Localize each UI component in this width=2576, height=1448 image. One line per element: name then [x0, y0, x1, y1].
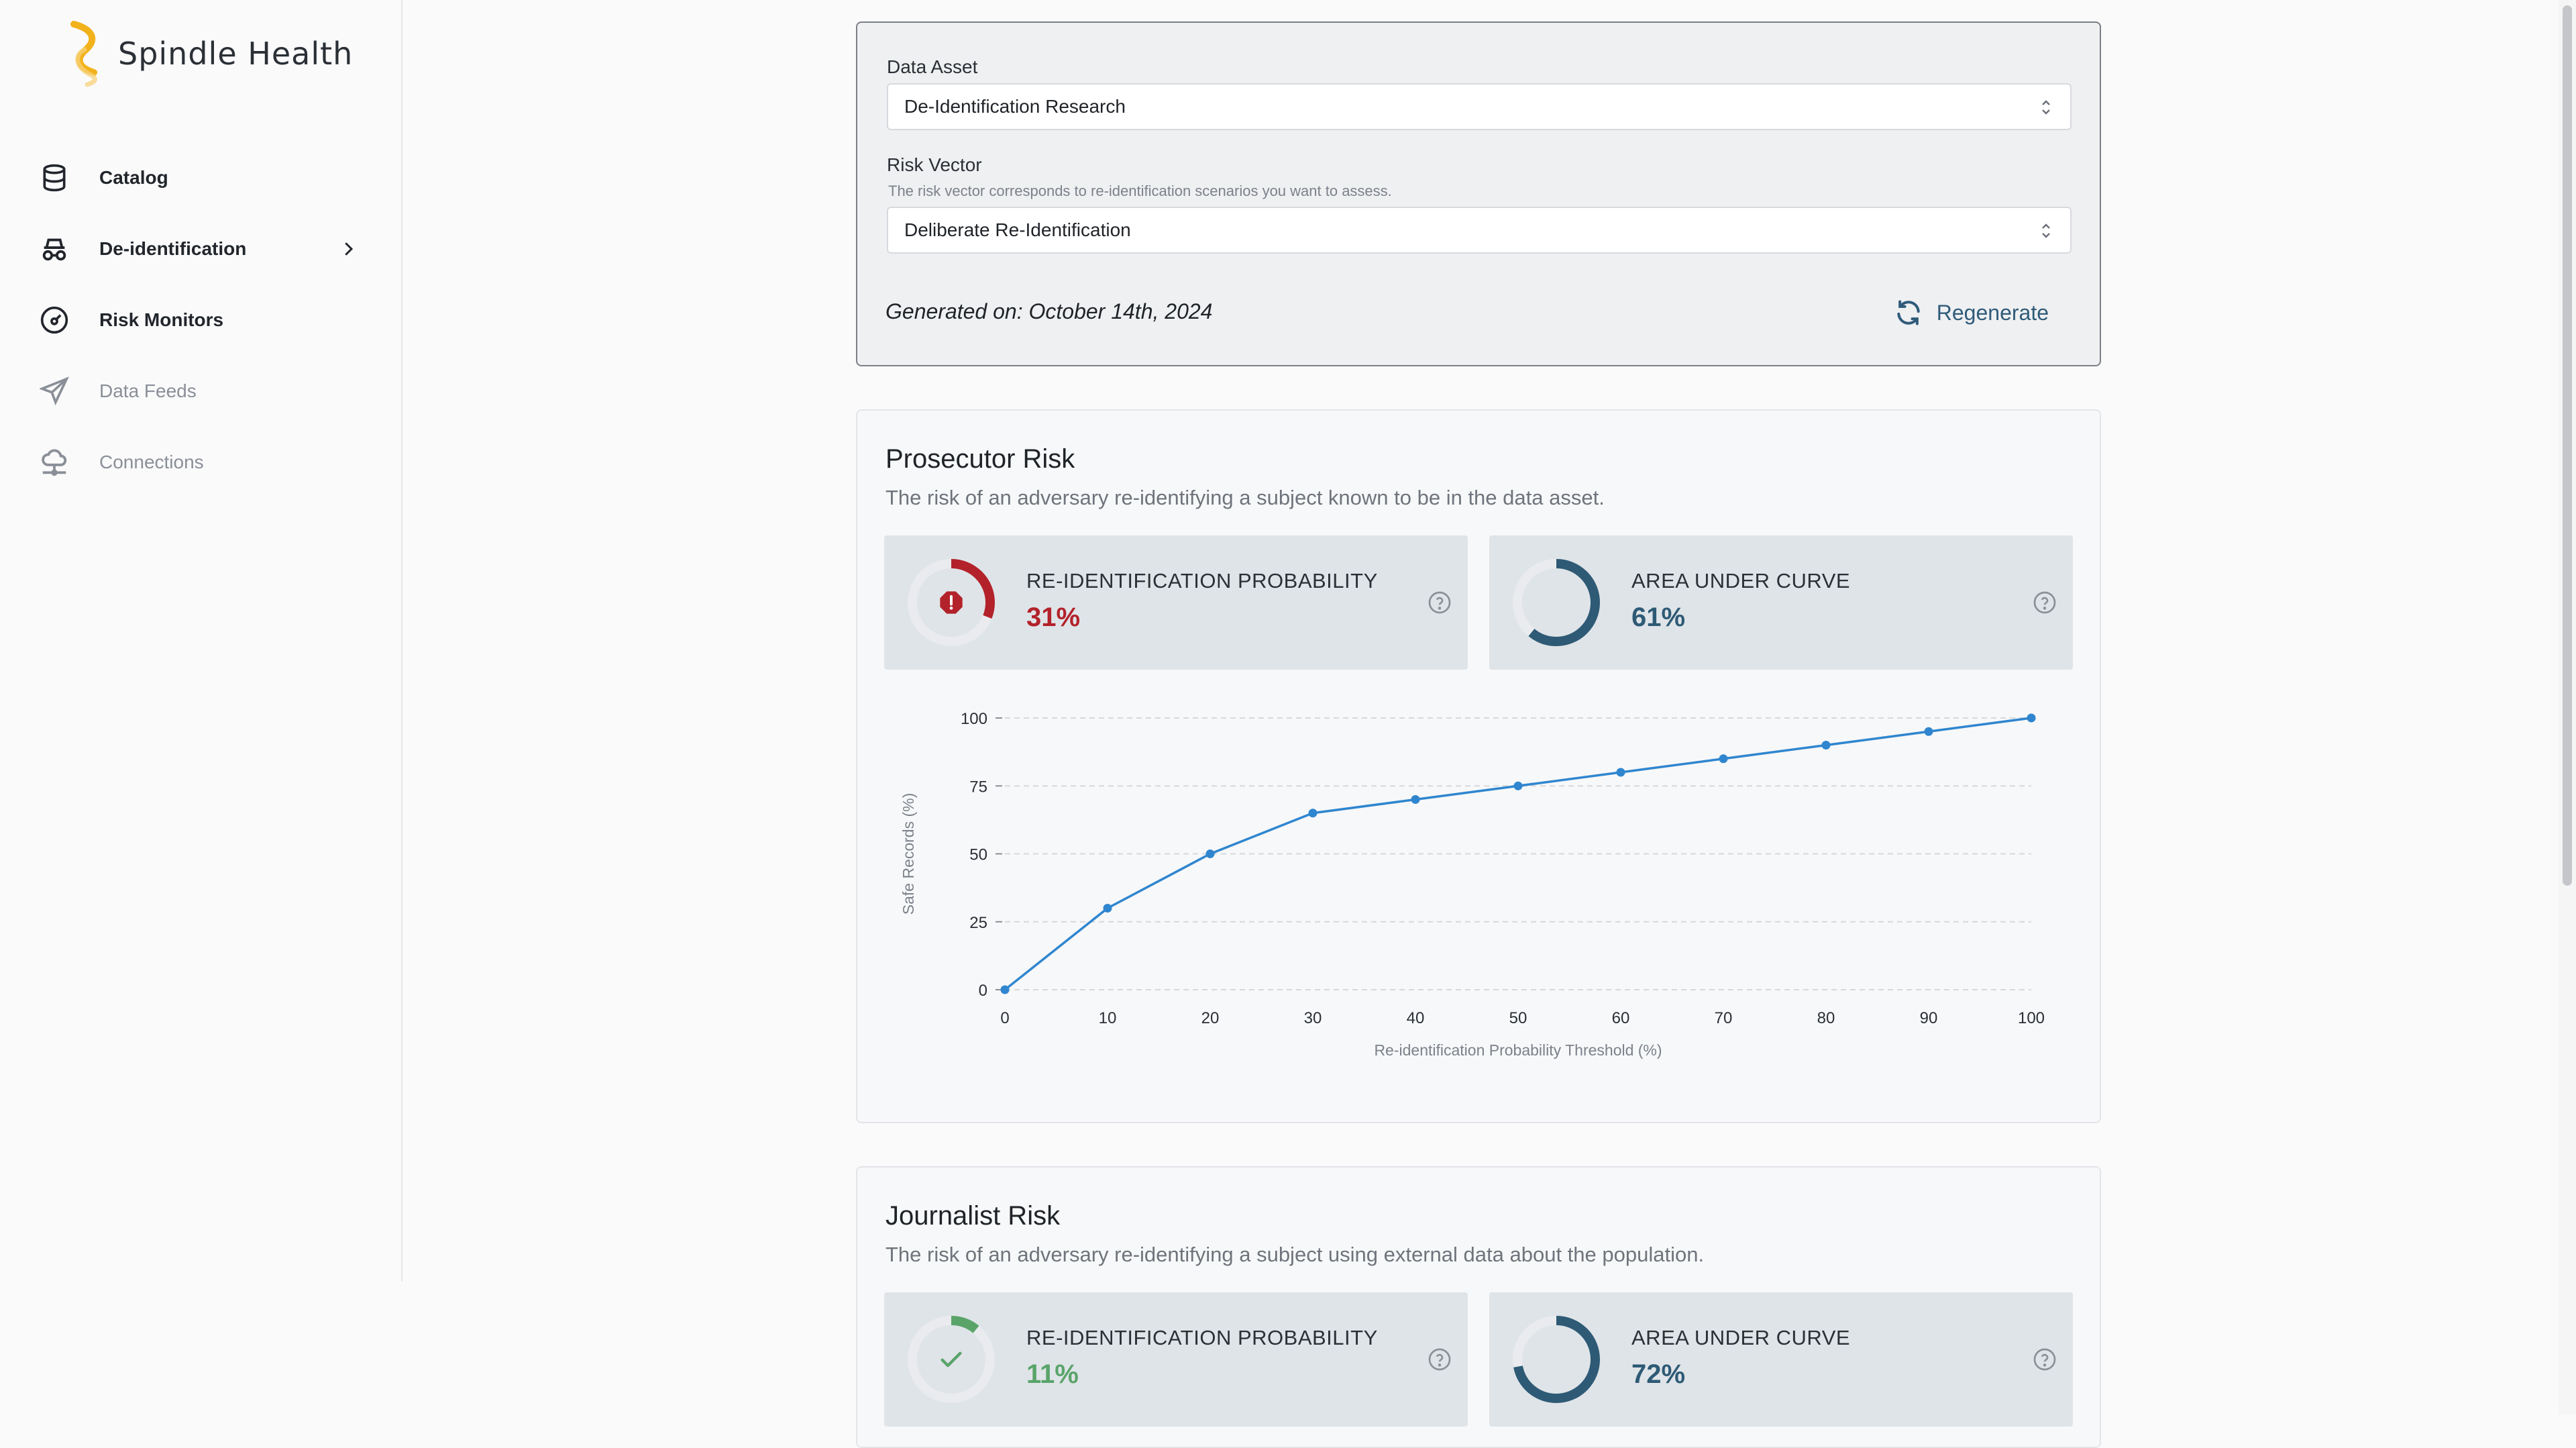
sidebar-item-label: De-identification [99, 238, 247, 259]
page-scrollbar[interactable] [2559, 0, 2576, 1414]
gauge-icon [38, 303, 71, 337]
data-asset-value: De-Identification Research [904, 96, 1126, 117]
risk-vector-label: Risk Vector [887, 154, 982, 175]
x-tick-label: 50 [1509, 1009, 1527, 1027]
data-point [1308, 809, 1318, 818]
reid-probability-value: 31% [1026, 603, 1081, 632]
chevron-right-icon [345, 242, 354, 256]
select-arrows-icon [2042, 100, 2050, 115]
send-icon [38, 374, 71, 408]
app-name: Spindle Health [118, 36, 354, 72]
scrollbar-thumb[interactable] [2563, 5, 2572, 886]
x-tick-label: 90 [1920, 1009, 1938, 1027]
sidebar-item-label: Risk Monitors [99, 309, 224, 330]
select-arrows-icon [2042, 223, 2050, 238]
x-axis-label: Re-identification Probability Threshold … [1374, 1041, 1662, 1059]
y-tick-label: 50 [969, 846, 987, 864]
y-tick-label: 100 [961, 710, 987, 728]
prosecutor-risk-title: Prosecutor Risk [885, 444, 1075, 474]
generated-on-text: Generated on: October 14th, 2024 [885, 299, 1213, 323]
x-tick-label: 10 [1099, 1009, 1117, 1027]
regenerate-label: Regenerate [1936, 300, 2049, 325]
x-tick-label: 80 [1817, 1009, 1835, 1027]
prosecutor-reid-metric: RE-IDENTIFICATION PROBABILITY 31% [884, 535, 1468, 670]
auc-label: AREA UNDER CURVE [1631, 1326, 1851, 1349]
reid-probability-label: RE-IDENTIFICATION PROBABILITY [1026, 1326, 1378, 1349]
checkmark-icon [941, 1351, 962, 1367]
sidebar-item-label: Catalog [99, 167, 168, 188]
data-point [1616, 768, 1625, 777]
assessment-config-panel: Data Asset De-Identification Research Ri… [856, 21, 2101, 366]
sidebar-item-label: Connections [99, 452, 204, 472]
x-tick-label: 70 [1715, 1009, 1733, 1027]
reid-probability-value: 11% [1026, 1359, 1079, 1389]
x-tick-label: 100 [2018, 1009, 2045, 1027]
risk-vector-select[interactable]: Deliberate Re-Identification [887, 207, 2072, 254]
cloud-network-icon [38, 446, 71, 479]
sidebar-item-catalog[interactable]: Catalog [0, 142, 401, 213]
regenerate-button[interactable]: Regenerate [1894, 298, 2049, 327]
sidebar-item-connections[interactable]: Connections [0, 427, 401, 498]
y-tick-label: 25 [969, 914, 987, 932]
prosecutor-risk-card: Prosecutor Risk The risk of an adversary… [856, 409, 2101, 1123]
data-point [1205, 849, 1215, 858]
prosecutor-auc-metric: AREA UNDER CURVE 61% [1489, 535, 2073, 670]
sidebar-item-label: Data Feeds [99, 380, 197, 401]
auc-value: 72% [1631, 1359, 1686, 1389]
data-point [1000, 985, 1010, 994]
sidebar-item-data-feeds[interactable]: Data Feeds [0, 356, 401, 427]
incognito-icon [38, 232, 71, 266]
data-point [1513, 781, 1523, 790]
journalist-risk-card: Journalist Risk The risk of an adversary… [856, 1166, 2101, 1448]
journalist-risk-title: Journalist Risk [885, 1201, 1061, 1231]
alert-octagon-icon [940, 591, 963, 614]
y-tick-label: 0 [979, 982, 987, 1000]
reid-probability-label: RE-IDENTIFICATION PROBABILITY [1026, 569, 1378, 592]
auc-value: 61% [1631, 603, 1686, 632]
journalist-auc-ring [1513, 1316, 1600, 1403]
help-icon[interactable] [1428, 590, 1452, 615]
risk-vector-help: The risk vector corresponds to re-identi… [888, 183, 1392, 199]
app-logo[interactable]: Spindle Health [67, 20, 353, 87]
database-icon [38, 161, 71, 195]
journalist-risk-description: The risk of an adversary re-identifying … [885, 1243, 1705, 1266]
help-icon[interactable] [2033, 1347, 2057, 1372]
data-point [1103, 904, 1112, 913]
journalist-reid-metric: RE-IDENTIFICATION PROBABILITY 11% [884, 1292, 1468, 1427]
x-tick-label: 40 [1407, 1009, 1425, 1027]
prosecutor-risk-description: The risk of an adversary re-identifying … [885, 486, 1605, 509]
help-icon[interactable] [2033, 590, 2057, 615]
data-asset-label: Data Asset [887, 56, 978, 77]
prosecutor-auc-ring [1513, 559, 1600, 646]
refresh-icon [1897, 300, 1920, 325]
data-point [1719, 754, 1728, 764]
x-tick-label: 20 [1201, 1009, 1220, 1027]
help-icon[interactable] [1428, 1347, 1452, 1372]
sidebar-item-de-identification[interactable]: De-identification [0, 213, 401, 285]
data-point [2027, 713, 2036, 723]
y-axis-label: Safe Records (%) [900, 793, 917, 915]
safe-records-line-chart: 0 25 50 75 100 0 10 20 30 40 50 60 70 80 90 100 Re-ident… [900, 710, 2045, 1059]
x-tick-label: 0 [1000, 1009, 1009, 1027]
x-tick-label: 30 [1304, 1009, 1322, 1027]
journalist-auc-metric: AREA UNDER CURVE 72% [1489, 1292, 2073, 1427]
data-asset-select[interactable]: De-Identification Research [887, 83, 2072, 130]
data-point [1411, 795, 1420, 804]
data-point [1821, 741, 1831, 749]
auc-label: AREA UNDER CURVE [1631, 569, 1851, 592]
sidebar-nav: Catalog De-identification Risk Monitors … [0, 142, 401, 498]
x-tick-label: 60 [1612, 1009, 1630, 1027]
spindle-logo-icon [70, 21, 97, 87]
data-point [1924, 727, 1933, 736]
y-tick-label: 75 [969, 778, 987, 796]
risk-vector-value: Deliberate Re-Identification [904, 219, 1131, 240]
sidebar: Spindle Health Catalog De-identification… [0, 0, 402, 1282]
sidebar-item-risk-monitors[interactable]: Risk Monitors [0, 285, 401, 356]
